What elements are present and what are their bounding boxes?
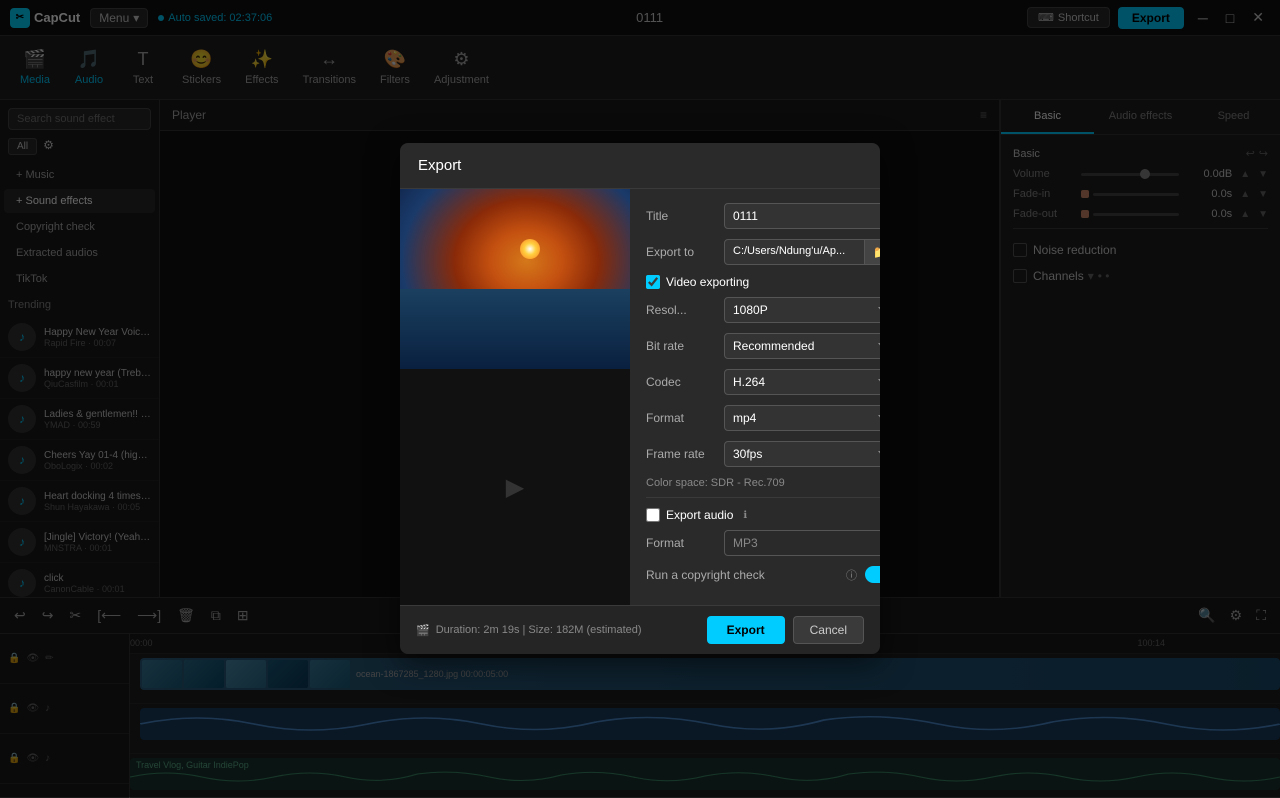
preview-image [400, 189, 630, 369]
export-modal: Export ▶ Title Ex [400, 143, 880, 654]
cancel-button[interactable]: Cancel [793, 616, 864, 644]
bit-rate-select[interactable]: Recommended Low High [724, 333, 880, 359]
modal-title: Export [418, 157, 461, 174]
export-path-container: C:/Users/Ndung'u/Ap... 📁 [724, 239, 880, 265]
modal-footer: 🎬 Duration: 2m 19s | Size: 182M (estimat… [400, 605, 880, 654]
browse-button[interactable]: 📁 [865, 239, 880, 265]
resolution-select[interactable]: 1080P 720P 2K 4K [724, 297, 880, 323]
audio-format-select[interactable]: MP3 AAC WAV [724, 530, 880, 556]
frame-rate-label: Frame rate [646, 447, 716, 461]
export-to-row: Export to C:/Users/Ndung'u/Ap... 📁 [646, 239, 880, 265]
title-row: Title [646, 203, 880, 229]
frame-rate-row: Frame rate 30fps 24fps 25fps 60fps [646, 441, 880, 467]
export-path: C:/Users/Ndung'u/Ap... [724, 239, 865, 265]
modal-body: ▶ Title Export to C:/Users/Ndung'u/Ap...… [400, 189, 880, 605]
copyright-label: Run a copyright check [646, 568, 838, 582]
format-select[interactable]: mp4 mov [724, 405, 880, 431]
export-audio-checkbox[interactable] [646, 508, 660, 522]
audio-format-label: Format [646, 536, 716, 550]
modal-actions: Export Cancel [707, 616, 864, 644]
audio-section-header: Export audio ℹ [646, 508, 880, 522]
copyright-row: Run a copyright check ⓘ [646, 566, 880, 583]
export-preview: ▶ [400, 189, 630, 605]
export-audio-info-icon: ℹ [743, 510, 747, 521]
modal-overlay: Export ▶ Title Ex [0, 0, 1280, 797]
title-label: Title [646, 209, 716, 223]
modal-header: Export [400, 143, 880, 189]
video-exporting-title: Video exporting [666, 275, 749, 289]
format-label: Format [646, 411, 716, 425]
film-icon: 🎬 [416, 624, 430, 637]
codec-row: Codec H.264 H.265 [646, 369, 880, 395]
copyright-info-icon[interactable]: ⓘ [846, 567, 857, 583]
audio-format-row: Format MP3 AAC WAV [646, 530, 880, 556]
preview-play-icon[interactable]: ▶ [506, 473, 524, 502]
sun-element [520, 239, 540, 259]
export-button[interactable]: Export [707, 616, 785, 644]
water-element [400, 289, 630, 369]
bit-rate-row: Bit rate Recommended Low High [646, 333, 880, 359]
export-audio-title: Export audio [666, 508, 733, 522]
bit-rate-label: Bit rate [646, 339, 716, 353]
video-exporting-checkbox[interactable] [646, 275, 660, 289]
copyright-toggle[interactable] [865, 566, 880, 583]
title-input[interactable] [724, 203, 880, 229]
color-space-text: Color space: SDR - Rec.709 [646, 477, 880, 489]
resolution-label: Resol... [646, 303, 716, 317]
video-section-header: Video exporting [646, 275, 880, 289]
resolution-row: Resol... 1080P 720P 2K 4K [646, 297, 880, 323]
duration-text: Duration: 2m 19s | Size: 182M (estimated… [436, 624, 642, 636]
duration-info: 🎬 Duration: 2m 19s | Size: 182M (estimat… [416, 624, 642, 637]
format-row: Format mp4 mov [646, 405, 880, 431]
frame-rate-select[interactable]: 30fps 24fps 25fps 60fps [724, 441, 880, 467]
modal-divider [646, 497, 880, 498]
export-to-label: Export to [646, 245, 716, 259]
export-form: Title Export to C:/Users/Ndung'u/Ap... 📁… [630, 189, 880, 605]
codec-label: Codec [646, 375, 716, 389]
codec-select[interactable]: H.264 H.265 [724, 369, 880, 395]
